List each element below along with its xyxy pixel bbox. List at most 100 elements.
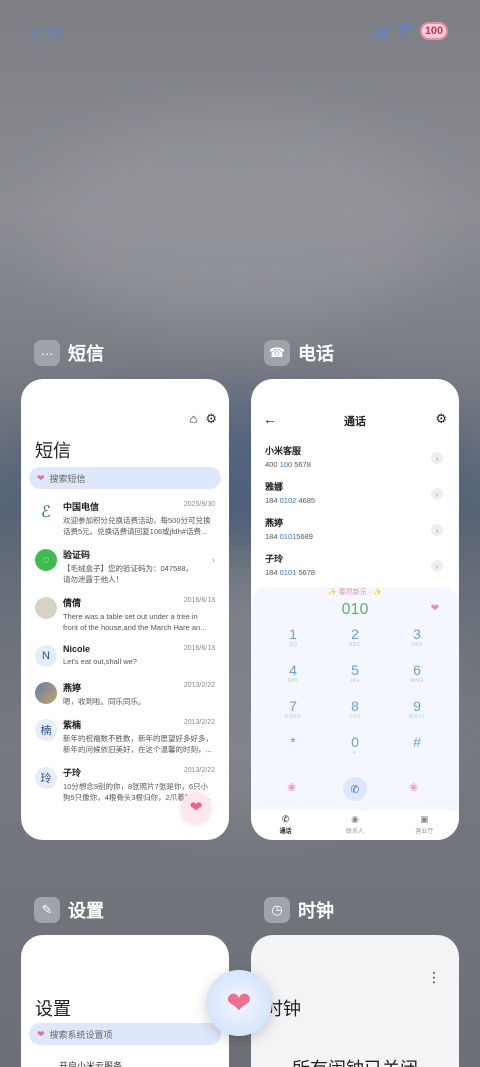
settings-wrench-icon: ✎ [34, 897, 60, 923]
store-icon: ▣ [420, 814, 429, 824]
dialed-number: 010 [341, 601, 369, 618]
message-preview: Let's eat out,shall we? [63, 657, 137, 666]
message-preview: 新年的祝福数不胜数，新年的愿望好多好多， 新年的问候依旧美好，在这个温馨的时刻，.… [63, 734, 213, 754]
call-button[interactable]: ✆ [343, 777, 367, 801]
chevron-right-icon[interactable]: › [431, 452, 443, 464]
dialpad-key[interactable]: 5 JKL [335, 663, 375, 685]
clock-icon: ◷ [264, 897, 290, 923]
contact-number: 184 01015689 [265, 532, 313, 541]
search-placeholder: 搜索系统设置项 [49, 1029, 113, 1040]
contact-number: 184 0102 4685 [265, 496, 316, 505]
app-name: 设置 [68, 901, 104, 921]
contact-row[interactable]: 雅娜 184 0102 4685 › [265, 480, 445, 514]
list-item[interactable]: 燕婷 2013/2/22 嗯，收到啦。同乐同乐。 [21, 678, 229, 715]
page-title: 短信 [35, 441, 71, 461]
list-item[interactable]: ℰ 中国电信 2025/9/30 欢迎参加积分兑换话费活动，每500分可兑换 话费… [21, 497, 229, 545]
contact-row[interactable]: 小米客服 400 100 5678 › [265, 444, 445, 478]
dialpad-key[interactable]: 8 TUV [335, 699, 375, 721]
sender-name: 验证码 [63, 550, 91, 560]
settings-row-cloud[interactable]: 开启小米云服务 [59, 1059, 122, 1067]
messages-toolbar: ⌂ ⚙ [189, 411, 217, 427]
dialpad-key[interactable]: 4 GHI [273, 663, 313, 685]
contact-number: 400 100 5678 [265, 460, 311, 469]
dialpad-key[interactable]: 3 DEF [397, 627, 437, 649]
alarm-status: 所有闹钟已关闭 [251, 1055, 459, 1067]
message-preview: 欢迎参加积分兑换话费活动，每500分可兑换 话费5元。兑换话费请回复106或jfd… [63, 516, 211, 536]
heart-icon: ❤ [430, 603, 439, 614]
dialpad-key[interactable]: 1 QQ [273, 627, 313, 649]
phone-tab-bar: ✆ 通话 ◉ 联系人 ▣ 营业厅 [251, 810, 459, 840]
compose-heart-button[interactable]: ❤ [181, 792, 211, 822]
tab-contacts[interactable]: ◉ 联系人 [320, 810, 389, 840]
message-date: 2013/2/22 [183, 767, 215, 774]
search-placeholder: 搜索短信 [49, 473, 86, 484]
status-time: 6:16 [32, 25, 64, 42]
flower-icon[interactable]: ❀ [287, 781, 296, 794]
contacts-icon: ◉ [351, 814, 359, 824]
list-item[interactable]: 楠 紫楠 2013/2/22 新年的祝福数不胜数，新年的愿望好多好多， 新年的问候… [21, 715, 229, 763]
recent-card-clock[interactable]: ⋮ 时钟 所有闹钟已关闭 [251, 935, 459, 1067]
avatar [35, 682, 57, 704]
contact-name: 小米客服 [265, 446, 302, 456]
message-date: 2016/6/13 [183, 597, 215, 604]
recent-app-label-phone: ☎ 电话 [264, 340, 334, 366]
chevron-right-icon[interactable]: › [431, 488, 443, 500]
dialpad-key[interactable]: # [397, 735, 437, 750]
phone-header: ← 通话 ⚙ [263, 411, 447, 431]
message-preview: 嗯，收到啦。同乐同乐。 [63, 697, 146, 706]
recent-card-phone[interactable]: ← 通话 ⚙ 小米客服 400 100 5678 › 雅娜 184 0102 4… [251, 379, 459, 840]
contact-number: 184 0101 5678 [265, 568, 316, 577]
list-item[interactable]: 倩倩 2016/6/13 There was a table set out u… [21, 593, 229, 641]
message-date: 2013/2/22 [183, 719, 215, 726]
dialpad-key[interactable]: 9 WXYZ [397, 699, 437, 721]
contact-row[interactable]: 子玲 184 0101 5678 › [265, 552, 445, 586]
contact-row[interactable]: 燕婷 184 01015689 › [265, 516, 445, 550]
chat-bubble-icon: ◌ [35, 549, 57, 571]
chevron-right-icon: › [211, 555, 215, 566]
dialpad-banner: ✨ 春然新乐 · ✨ [328, 589, 382, 596]
heart-icon: ❤ [37, 1028, 45, 1039]
avatar [35, 597, 57, 619]
signal-icon [372, 25, 390, 37]
dialpad-key[interactable]: 0 + [335, 735, 375, 757]
contact-name: 燕婷 [265, 518, 284, 528]
floating-heart-button[interactable]: ❤ [206, 970, 272, 1036]
search-input[interactable]: ❤ 搜索短信 [29, 467, 221, 489]
tab-store[interactable]: ▣ 营业厅 [390, 810, 459, 840]
dialpad-key[interactable]: 6 MNO [397, 663, 437, 685]
recent-card-messages[interactable]: ⌂ ⚙ 短信 ❤ 搜索短信 ℰ 中国电信 2025/9/30 欢迎参加积分兑换话… [21, 379, 229, 840]
chevron-right-icon[interactable]: › [431, 524, 443, 536]
recent-card-settings[interactable]: 设置 ❤ 搜索系统设置项 开启小米云服务 [21, 935, 229, 1067]
chevron-right-icon[interactable]: › [431, 560, 443, 572]
message-bubble-icon: ··· [34, 340, 60, 366]
wifi-icon [396, 24, 414, 37]
app-name: 电话 [298, 344, 334, 364]
dialpad-key[interactable]: 2 ABC [335, 627, 375, 649]
list-item[interactable]: N Nicole 2016/6/13 Let's eat out,shall w… [21, 641, 229, 678]
avatar: N [35, 645, 57, 667]
message-preview: There was a table set out under a tree i… [63, 612, 207, 632]
message-preview: 【毛绒盒子】您的验证码为：047588， 请勿泄露于他人！ [63, 564, 194, 584]
contact-name: 雅娜 [265, 482, 284, 492]
phone-icon: ✆ [281, 814, 290, 824]
dialpad-key[interactable]: 7 PQRS [273, 699, 313, 721]
flower-icon[interactable]: ❀ [409, 781, 418, 794]
heart-icon: ❤ [37, 472, 45, 483]
tab-label: 联系人 [345, 829, 364, 835]
status-bar: 6:16 100 [32, 22, 448, 46]
settings-gear-icon[interactable]: ⚙ [205, 411, 217, 427]
app-name: 短信 [68, 344, 104, 364]
settings-gear-icon[interactable]: ⚙ [435, 411, 447, 427]
tab-calls[interactable]: ✆ 通话 [251, 810, 320, 840]
contact-name: 子玲 [265, 554, 284, 564]
phone-icon: ☎ [264, 340, 290, 366]
message-list: ℰ 中国电信 2025/9/30 欢迎参加积分兑换话费活动，每500分可兑换 话费… [21, 497, 229, 811]
recent-app-label-messages: ··· 短信 [34, 340, 104, 366]
clean-brush-icon[interactable]: ⌂ [189, 411, 197, 427]
search-input[interactable]: ❤ 搜索系统设置项 [29, 1023, 221, 1045]
page-title: 设置 [35, 999, 71, 1019]
more-vertical-icon[interactable]: ⋮ [427, 969, 441, 986]
page-title: 通话 [344, 416, 366, 428]
dialpad-key[interactable]: * [273, 735, 313, 750]
list-item[interactable]: ◌ 验证码 › 【毛绒盒子】您的验证码为：047588， 请勿泄露于他人！ [21, 545, 229, 593]
